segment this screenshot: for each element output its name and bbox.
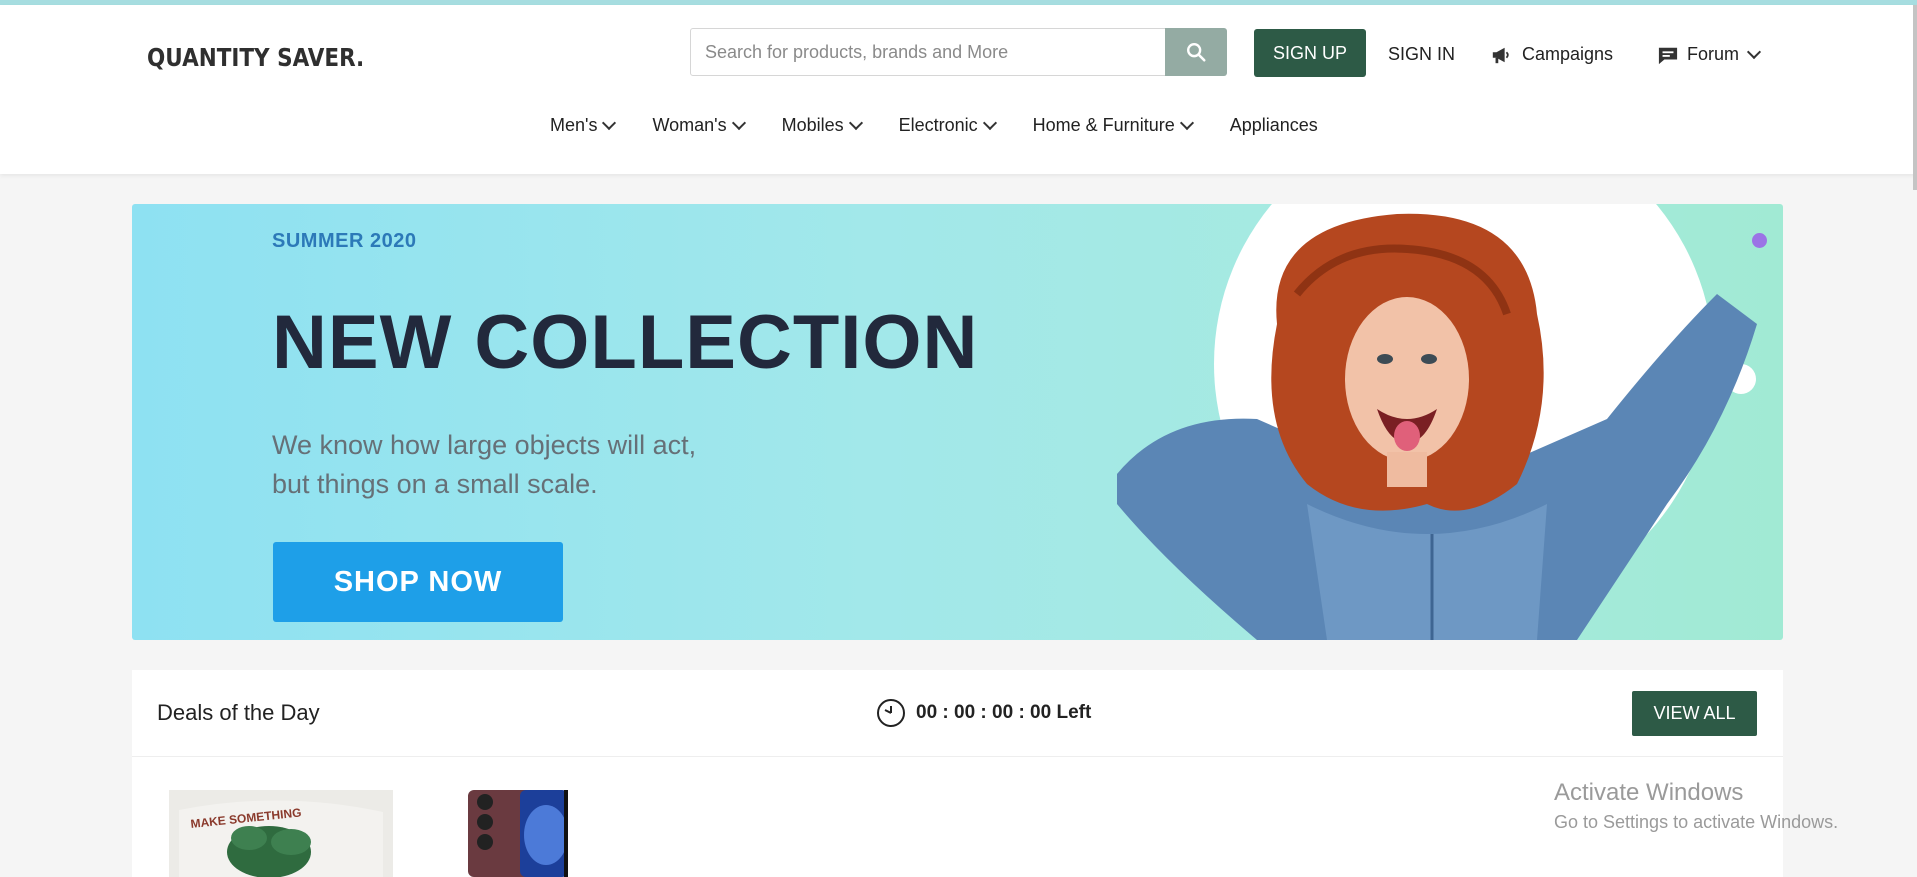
nav-item-electronic[interactable]: Electronic	[898, 115, 997, 136]
hero-tag: SUMMER 2020	[272, 230, 417, 252]
site-logo[interactable]: QUANTITY SAVER.	[147, 43, 364, 72]
product-card[interactable]: MAKE SOMETHING	[169, 790, 393, 877]
site-header: QUANTITY SAVER. SIGN UP SIGN IN Campaign…	[0, 5, 1917, 174]
chevron-down-icon	[848, 115, 863, 131]
hero-title: NEW COLLECTION	[272, 300, 979, 385]
product-image: MAKE SOMETHING	[169, 790, 393, 877]
nav-item-mens[interactable]: Men's	[550, 115, 617, 136]
deals-countdown: 00 : 00 : 00 : 00 Left	[876, 698, 1091, 728]
search-input[interactable]	[703, 29, 1147, 75]
chat-bubble-icon	[1658, 47, 1678, 64]
search-box	[690, 28, 1166, 76]
view-all-button[interactable]: VIEW ALL	[1632, 691, 1757, 736]
campaigns-label: Campaigns	[1522, 44, 1614, 64]
forum-label: Forum	[1687, 44, 1740, 64]
hero-subtitle-line: We know how large objects will act,	[272, 430, 697, 460]
nav-item-label: Home & Furniture	[1032, 115, 1175, 135]
nav-item-home-furniture[interactable]: Home & Furniture	[1032, 115, 1194, 136]
clock-icon	[877, 699, 905, 727]
nav-item-appliances[interactable]: Appliances	[1230, 115, 1318, 136]
product-card[interactable]	[468, 790, 568, 877]
nav-item-label: Appliances	[1229, 115, 1318, 135]
activation-watermark-subtitle: Go to Settings to activate Windows.	[1554, 812, 1839, 832]
chevron-down-icon	[982, 115, 997, 131]
megaphone-icon	[1492, 47, 1509, 63]
chevron-down-icon	[1179, 115, 1194, 131]
hero-subtitle: We know how large objects will act, but …	[272, 426, 792, 504]
nav-item-label: Mobiles	[781, 115, 844, 135]
search-icon	[1187, 43, 1206, 62]
chevron-down-icon	[731, 115, 746, 131]
campaigns-link[interactable]: Campaigns	[1490, 44, 1613, 65]
nav-item-label: Men's	[550, 115, 598, 135]
shop-now-button[interactable]: SHOP NOW	[273, 542, 563, 622]
deals-header: Deals of the Day 00 : 00 : 00 : 00 Left …	[132, 670, 1783, 757]
deals-of-the-day-section: Deals of the Day 00 : 00 : 00 : 00 Left …	[132, 670, 1783, 877]
search-button[interactable]	[1165, 28, 1227, 76]
page-scrollbar[interactable]	[1913, 5, 1917, 190]
deals-title: Deals of the Day	[157, 700, 320, 725]
countdown-text: 00 : 00 : 00 : 00 Left	[916, 702, 1092, 723]
hero-banner: SUMMER 2020 NEW COLLECTION We know how l…	[132, 204, 1783, 640]
chevron-down-icon	[602, 115, 617, 131]
product-image	[468, 790, 568, 877]
signup-button[interactable]: SIGN UP	[1254, 29, 1366, 77]
signin-link[interactable]: SIGN IN	[1388, 44, 1455, 65]
nav-item-womans[interactable]: Woman's	[652, 115, 746, 136]
activation-watermark-title: Activate Windows	[1554, 779, 1744, 806]
nav-item-label: Electronic	[898, 115, 978, 135]
hero-subtitle-line: but things on a small scale.	[272, 469, 598, 499]
nav-item-mobiles[interactable]: Mobiles	[781, 115, 863, 136]
chevron-down-icon	[1746, 44, 1762, 60]
hero-model-image	[1117, 213, 1757, 640]
forum-dropdown[interactable]: Forum	[1657, 44, 1762, 65]
nav-item-label: Woman's	[652, 115, 727, 135]
